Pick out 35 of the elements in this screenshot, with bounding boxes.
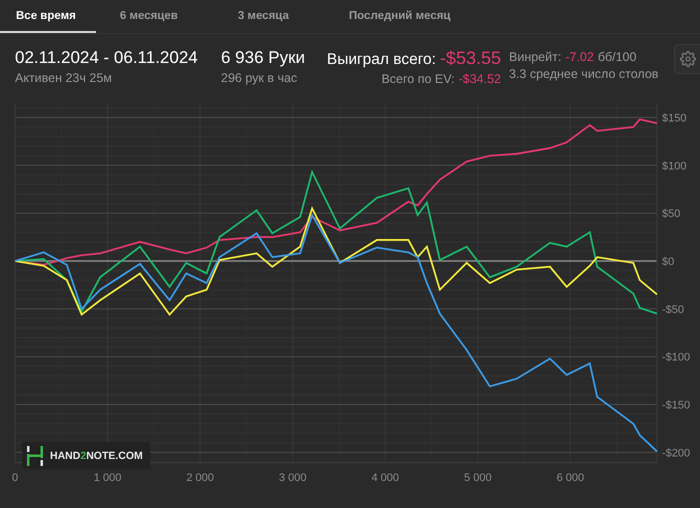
x-axis-label: 4 000 <box>371 472 399 484</box>
winrate-value: -7.02 <box>565 50 594 64</box>
settings-button[interactable] <box>674 44 700 74</box>
period-tab[interactable]: 6 месяцев <box>104 0 198 33</box>
y-axis-label: -$50 <box>662 304 684 316</box>
won-value: -$53.55 <box>440 48 501 69</box>
settings-icon <box>680 51 696 67</box>
winrate-unit: бб/100 <box>598 50 636 64</box>
y-axis-label: -$150 <box>662 400 690 412</box>
y-axis-label: -$100 <box>662 352 690 364</box>
hands-per-hour: 296 рук в час <box>221 71 298 85</box>
won-label: Выиграл всего: <box>326 51 436 69</box>
x-axis-label: 3 000 <box>278 472 306 484</box>
y-axis-label: $0 <box>662 256 674 268</box>
y-axis-label: $150 <box>662 112 686 124</box>
y-axis-label: -$200 <box>662 447 690 460</box>
x-axis-label: 1 000 <box>94 472 122 484</box>
logo-icon <box>26 446 44 466</box>
period-tab[interactable]: Все время <box>0 0 96 33</box>
logo-text: HAND2NOTE.COM <box>50 450 143 462</box>
date-range: 02.11.2024 - 06.11.2024 <box>15 48 198 68</box>
period-tab[interactable]: 3 месяца <box>222 0 309 33</box>
x-axis-label: 0 <box>12 472 18 484</box>
x-axis-label: 5 000 <box>464 472 492 484</box>
average-tables: 3.3 среднее число столов <box>509 67 658 81</box>
y-axis-label: $100 <box>662 160 686 172</box>
ev-label: Всего по EV: <box>381 72 455 86</box>
x-axis-label: 6 000 <box>556 472 584 484</box>
active-time: Активен 23ч 25м <box>15 71 112 85</box>
period-tab[interactable]: Последний месяц <box>332 0 470 33</box>
x-axis-label: 2 000 <box>186 472 214 484</box>
ev-value: -$34.52 <box>458 72 501 86</box>
winrate-label: Винрейт: <box>509 50 562 64</box>
y-axis-label: $50 <box>662 208 680 220</box>
hands-count: 6 936 Руки <box>221 48 306 68</box>
